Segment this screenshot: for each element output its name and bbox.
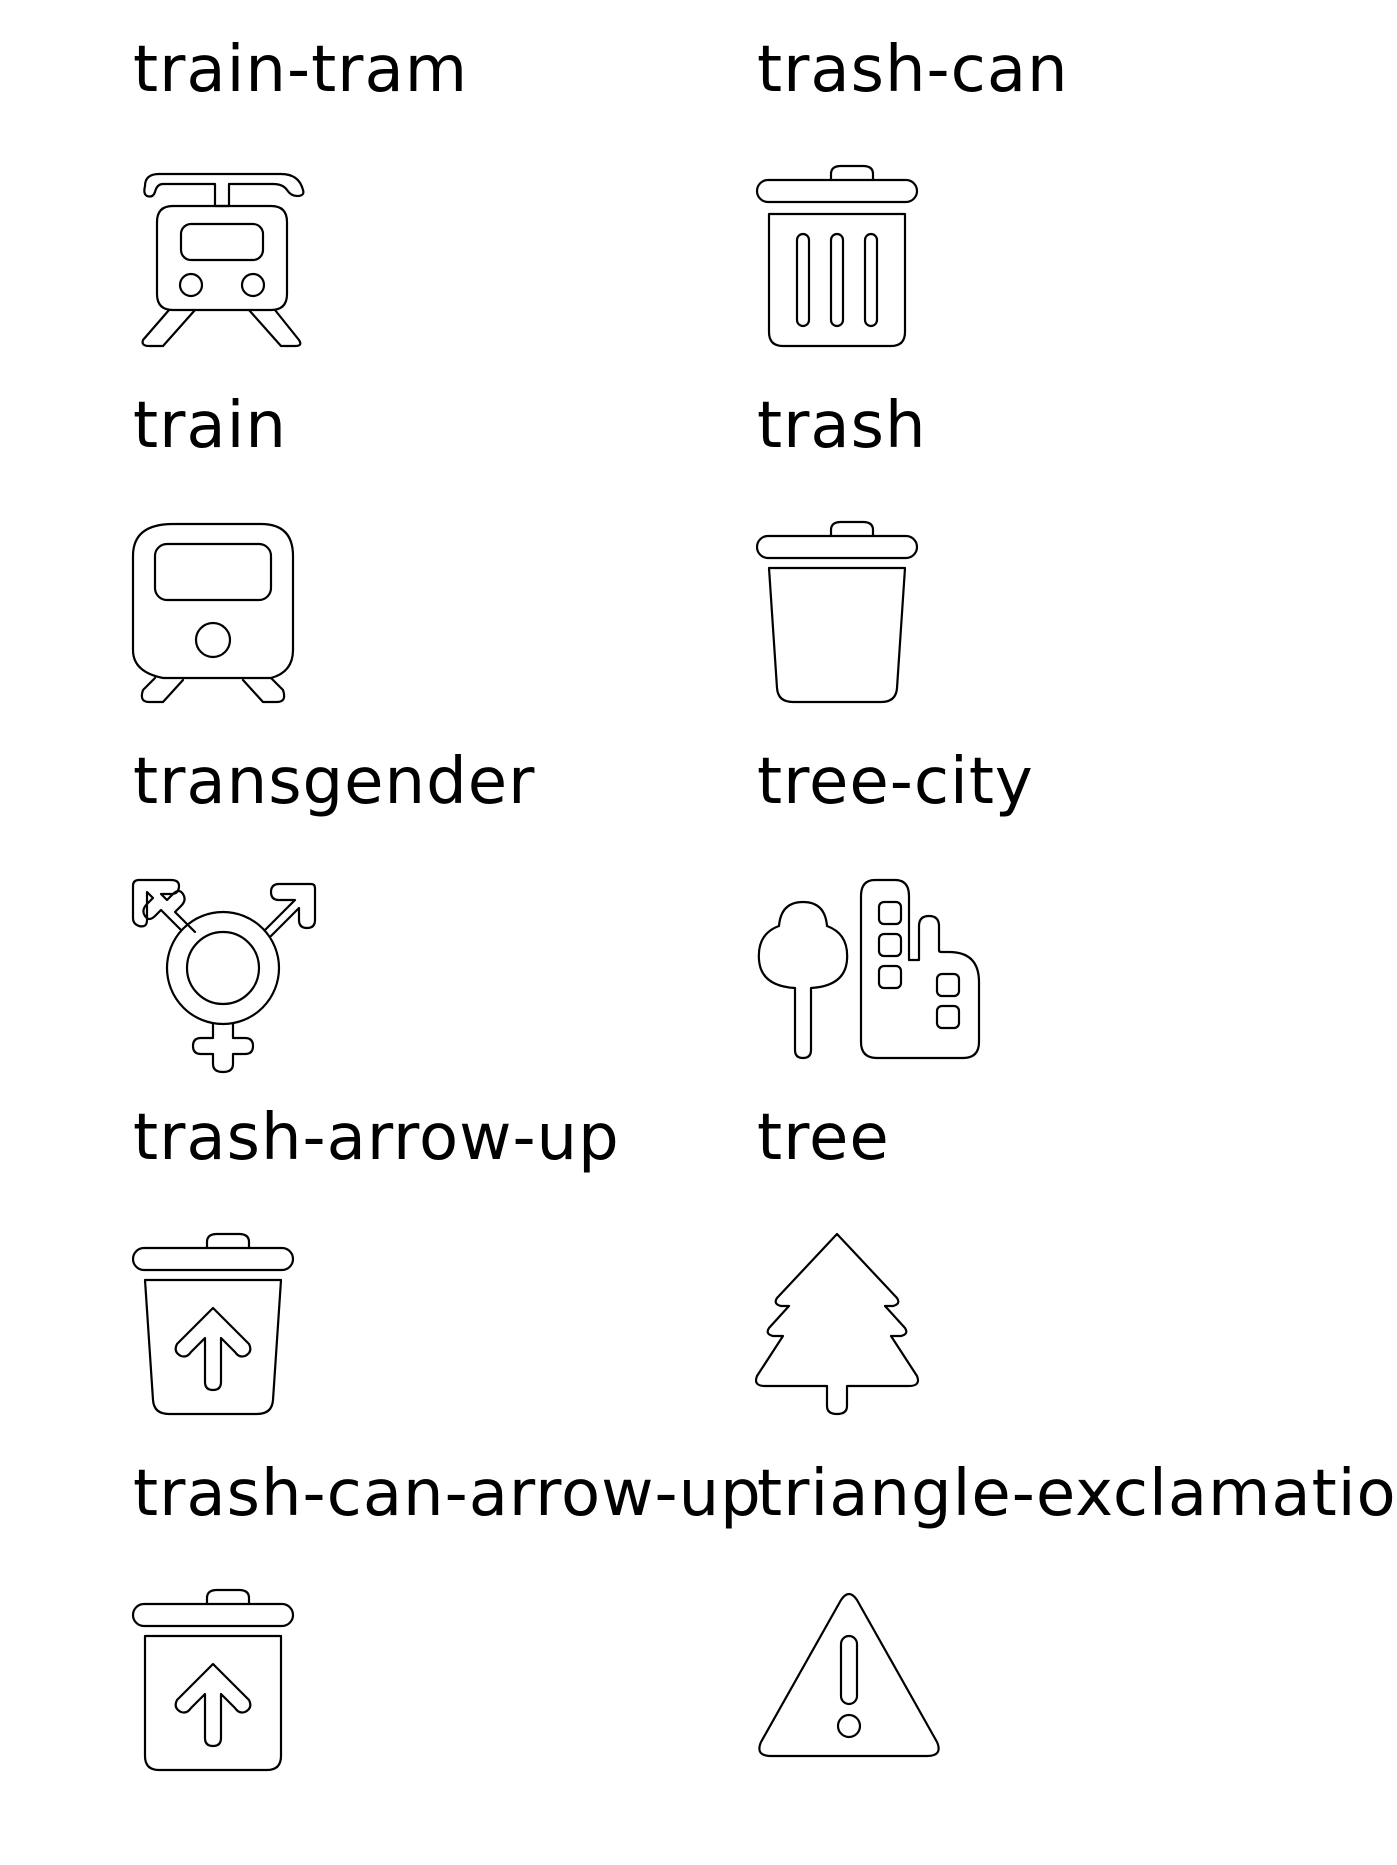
train-icon <box>131 522 333 722</box>
icon-label-trash-can-arrow-up: trash-can-arrow-up <box>133 1457 762 1531</box>
icon-label-trash-arrow-up: trash-arrow-up <box>133 1101 620 1175</box>
icon-label-train: train <box>133 389 287 463</box>
icon-label-triangle-exclamation: triangle-exclamation <box>757 1457 1397 1531</box>
train-tram-icon <box>133 166 333 366</box>
trash-arrow-up-icon <box>131 1232 333 1434</box>
icon-label-transgender: transgender <box>133 745 536 819</box>
icon-label-train-tram: train-tram <box>133 33 469 107</box>
trash-can-icon <box>755 164 957 366</box>
tree-icon <box>754 1232 957 1434</box>
icon-label-trash-can: trash-can <box>757 33 1069 107</box>
icon-label-tree: tree <box>757 1101 890 1175</box>
icon-label-trash: trash <box>757 389 927 463</box>
transgender-icon <box>131 878 333 1078</box>
tree-city-icon <box>757 878 981 1078</box>
icon-label-tree-city: tree-city <box>757 745 1034 819</box>
trash-icon <box>755 520 957 722</box>
trash-can-arrow-up-icon <box>131 1588 333 1790</box>
triangle-exclamation-icon <box>757 1590 957 1790</box>
